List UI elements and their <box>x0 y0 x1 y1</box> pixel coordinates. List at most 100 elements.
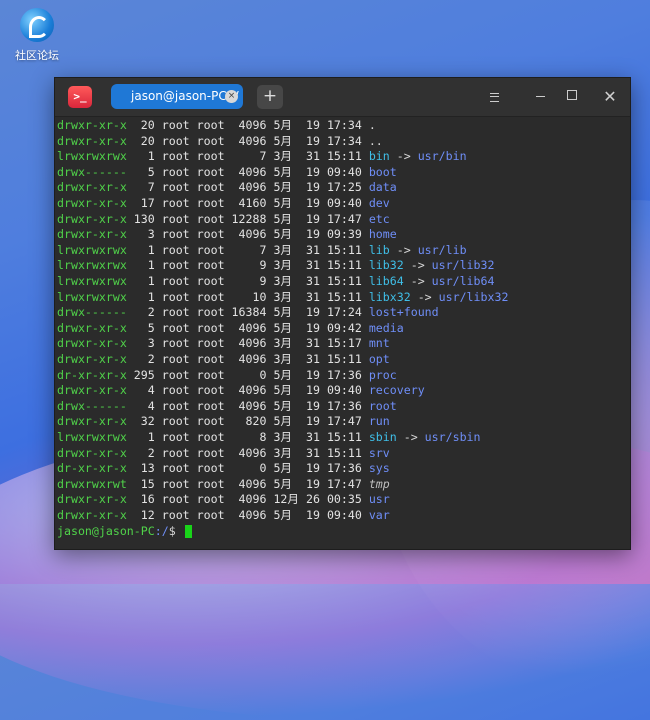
file-group: root <box>196 164 225 179</box>
listing-row: drwxr-xr-x 7 root root 4096 5月 19 17:25 … <box>57 180 397 196</box>
file-size: 12288 <box>231 211 267 226</box>
file-month: 12月 <box>273 492 299 507</box>
file-size: 4096 <box>231 133 267 148</box>
file-day: 19 <box>299 133 320 148</box>
file-permissions: lrwxrwxrwx <box>57 289 127 304</box>
file-day: 19 <box>299 383 320 398</box>
file-owner: root <box>161 211 190 226</box>
file-permissions: drwxr-xr-x <box>57 320 127 335</box>
file-time: 15:11 <box>326 430 362 444</box>
listing-row: drwxr-xr-x 130 root root 12288 5月 19 17:… <box>57 212 390 228</box>
terminal-app-icon[interactable]: >_ <box>68 86 92 108</box>
file-time: 09:40 <box>326 164 362 179</box>
desktop-icon-forum[interactable]: 社区论坛 <box>10 8 64 63</box>
file-time: 17:36 <box>326 398 362 413</box>
prompt-path: :/ <box>154 523 169 538</box>
file-permissions: drwxr-xr-x <box>57 414 127 429</box>
file-permissions: drwxrwxrwt <box>57 476 127 491</box>
file-owner: root <box>161 118 190 132</box>
terminal-tab[interactable]: jason@jason-PC: / × <box>111 84 243 109</box>
link-target: usr/lib64 <box>431 274 495 288</box>
file-month: 3月 <box>273 289 293 304</box>
file-time: 17:36 <box>326 461 362 476</box>
file-owner: root <box>161 180 190 195</box>
terminal-window: >_ jason@jason-PC: / × + ✕ drwxr-xr-x 20… <box>54 77 631 550</box>
listing-row: lrwxrwxrwx 1 root root 9 3月 31 15:11 lib… <box>57 258 494 274</box>
file-month: 3月 <box>273 274 293 288</box>
file-month: 5月 <box>273 133 293 148</box>
file-group: root <box>196 274 225 288</box>
terminal-output[interactable]: drwxr-xr-x 20 root root 4096 5月 19 17:34… <box>55 117 630 549</box>
file-name: bin <box>368 149 390 164</box>
menu-icon[interactable] <box>484 87 504 107</box>
listing-row: dr-xr-xr-x 13 root root 0 5月 19 17:36 sy… <box>57 461 390 477</box>
file-name: sbin <box>368 430 397 444</box>
link-arrow: -> <box>403 274 432 288</box>
file-owner: root <box>161 352 190 366</box>
file-time: 09:39 <box>326 227 362 242</box>
file-owner: root <box>161 445 190 460</box>
listing-row: lrwxrwxrwx 1 root root 7 3月 31 15:11 lib… <box>57 243 467 259</box>
link-count: 17 <box>133 196 155 210</box>
file-name: mnt <box>368 336 390 351</box>
file-owner: root <box>161 227 190 242</box>
file-time: 00:35 <box>326 492 362 507</box>
file-permissions: drwxr-xr-x <box>57 180 127 195</box>
title-bar: >_ jason@jason-PC: / × + ✕ <box>55 78 630 117</box>
close-icon[interactable]: ✕ <box>600 87 620 107</box>
file-group: root <box>196 320 225 335</box>
listing-row: drwxr-xr-x 2 root root 4096 3月 31 15:11 … <box>57 446 390 462</box>
file-size: 7 <box>231 242 267 257</box>
listing-row: drwxr-xr-x 12 root root 4096 5月 19 09:40… <box>57 508 390 524</box>
file-day: 31 <box>299 242 320 257</box>
link-arrow: -> <box>389 149 418 164</box>
file-group: root <box>196 336 225 351</box>
file-group: root <box>196 242 225 257</box>
file-permissions: lrwxrwxrwx <box>57 258 127 273</box>
file-month: 5月 <box>273 414 293 429</box>
link-count: 20 <box>133 133 155 148</box>
minimize-icon[interactable] <box>530 87 550 107</box>
listing-row: drwxr-xr-x 17 root root 4160 5月 19 09:40… <box>57 196 390 212</box>
file-permissions: drwxr-xr-x <box>57 227 127 242</box>
file-permissions: lrwxrwxrwx <box>57 242 127 257</box>
file-month: 5月 <box>273 367 293 382</box>
file-name: root <box>368 398 397 413</box>
link-count: 1 <box>133 149 155 164</box>
link-count: 13 <box>133 461 155 476</box>
file-name: lib64 <box>368 274 404 288</box>
file-name: var <box>368 508 390 522</box>
file-permissions: drwxr-xr-x <box>57 352 127 366</box>
file-size: 10 <box>231 289 267 304</box>
link-count: 3 <box>133 336 155 351</box>
file-time: 17:24 <box>326 305 362 320</box>
file-time: 15:11 <box>326 274 362 288</box>
file-permissions: drwxr-xr-x <box>57 211 127 226</box>
file-day: 19 <box>299 211 320 226</box>
file-month: 5月 <box>273 164 293 179</box>
file-day: 19 <box>299 367 320 382</box>
listing-row: drwxr-xr-x 20 root root 4096 5月 19 17:34… <box>57 134 383 150</box>
file-month: 5月 <box>273 227 293 242</box>
file-permissions: lrwxrwxrwx <box>57 274 127 288</box>
file-name: tmp <box>368 476 390 491</box>
file-day: 31 <box>299 336 320 351</box>
prompt-line[interactable]: jason@jason-PC:/$ <box>57 524 192 540</box>
file-owner: root <box>161 383 190 398</box>
file-group: root <box>196 445 225 460</box>
file-name: boot <box>368 164 397 179</box>
file-owner: root <box>161 492 190 507</box>
file-time: 17:47 <box>326 476 362 491</box>
tab-close-icon[interactable]: × <box>225 90 238 103</box>
file-month: 5月 <box>273 508 293 522</box>
file-day: 19 <box>299 320 320 335</box>
file-size: 9 <box>231 274 267 288</box>
file-owner: root <box>161 196 190 210</box>
new-tab-button[interactable]: + <box>257 85 283 109</box>
file-day: 19 <box>299 227 320 242</box>
text-cursor <box>184 524 192 538</box>
listing-row: lrwxrwxrwx 1 root root 9 3月 31 15:11 lib… <box>57 274 494 290</box>
file-group: root <box>196 492 225 507</box>
maximize-icon[interactable] <box>562 87 582 107</box>
file-day: 31 <box>299 430 320 444</box>
